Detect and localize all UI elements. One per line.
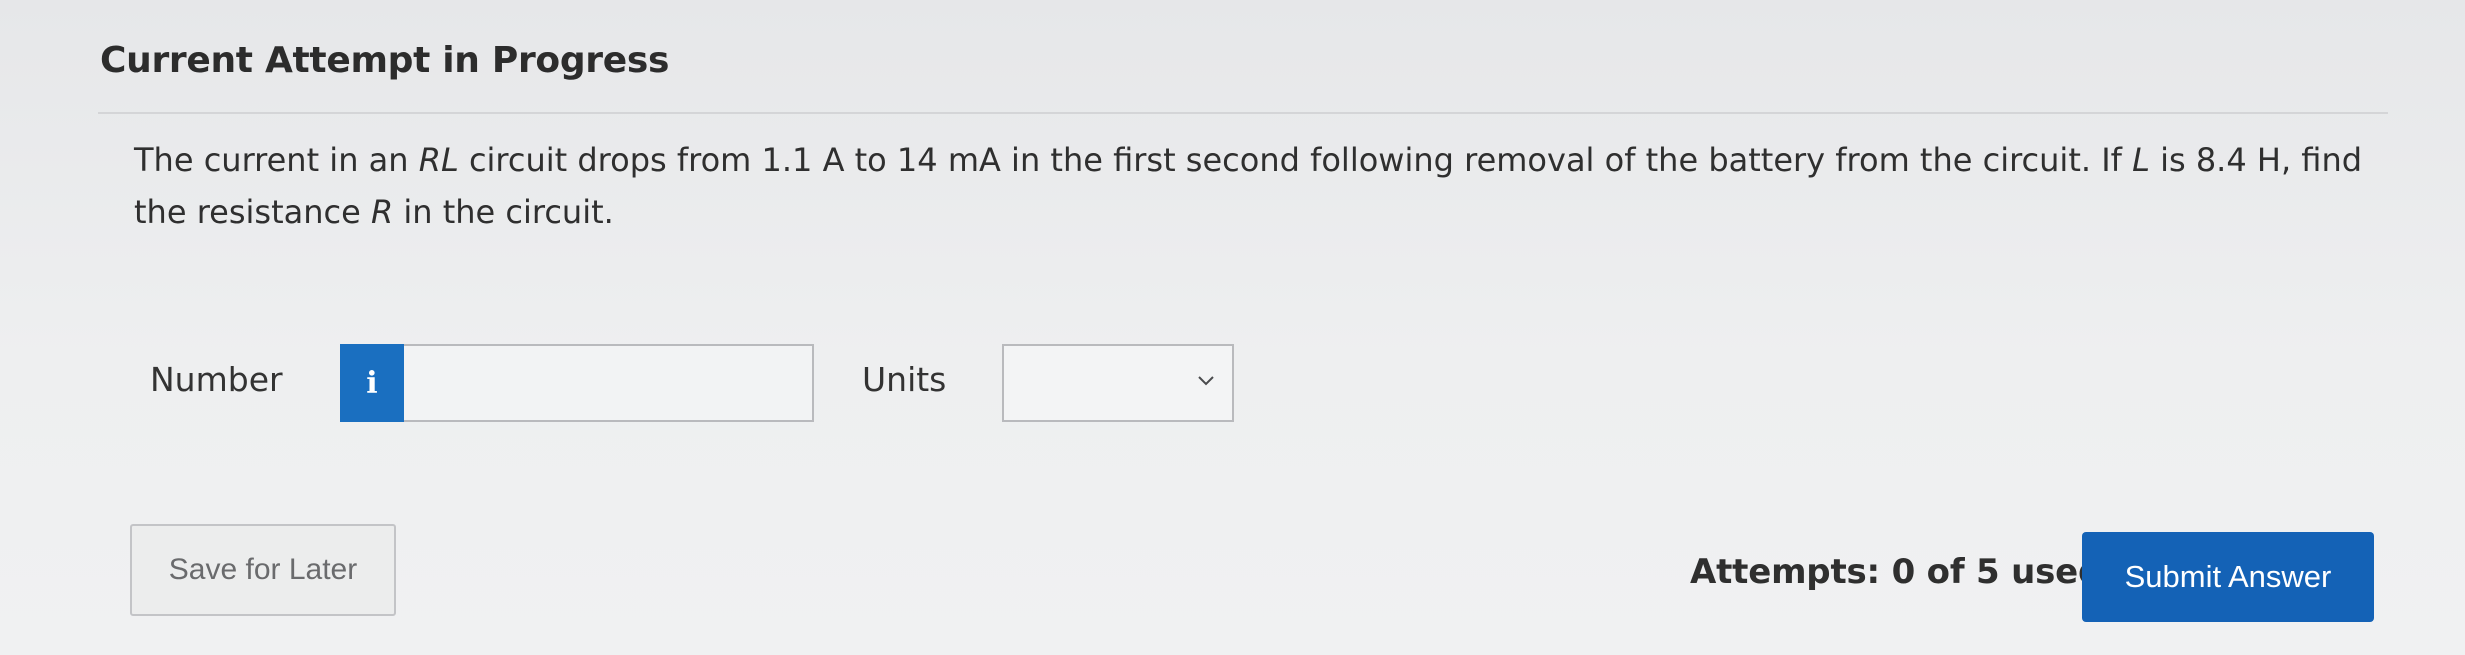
number-input[interactable] <box>404 344 814 422</box>
info-icon: i <box>366 365 378 401</box>
question-text-part-2: circuit drops from 1.1 A to 14 mA in the… <box>458 141 2133 179</box>
chevron-down-icon <box>1198 376 1214 386</box>
number-label: Number <box>150 360 283 399</box>
info-button[interactable]: i <box>340 344 404 422</box>
question-text: The current in an RL circuit drops from … <box>134 134 2384 238</box>
attempts-counter: Attempts: 0 of 5 used <box>1690 552 2103 592</box>
variable-rl: RL <box>418 141 459 179</box>
variable-l: L <box>2132 141 2150 179</box>
title-divider <box>98 112 2388 114</box>
variable-r: R <box>370 193 394 231</box>
save-for-later-button[interactable]: Save for Later <box>130 524 396 616</box>
page-title: Current Attempt in Progress <box>100 40 670 81</box>
question-panel: Current Attempt in Progress The current … <box>0 0 2465 655</box>
units-label: Units <box>862 360 947 399</box>
question-text-part-1: The current in an <box>134 141 419 179</box>
question-text-part-4: in the circuit. <box>393 193 614 231</box>
submit-answer-button[interactable]: Submit Answer <box>2082 532 2374 622</box>
units-select[interactable] <box>1002 344 1234 422</box>
